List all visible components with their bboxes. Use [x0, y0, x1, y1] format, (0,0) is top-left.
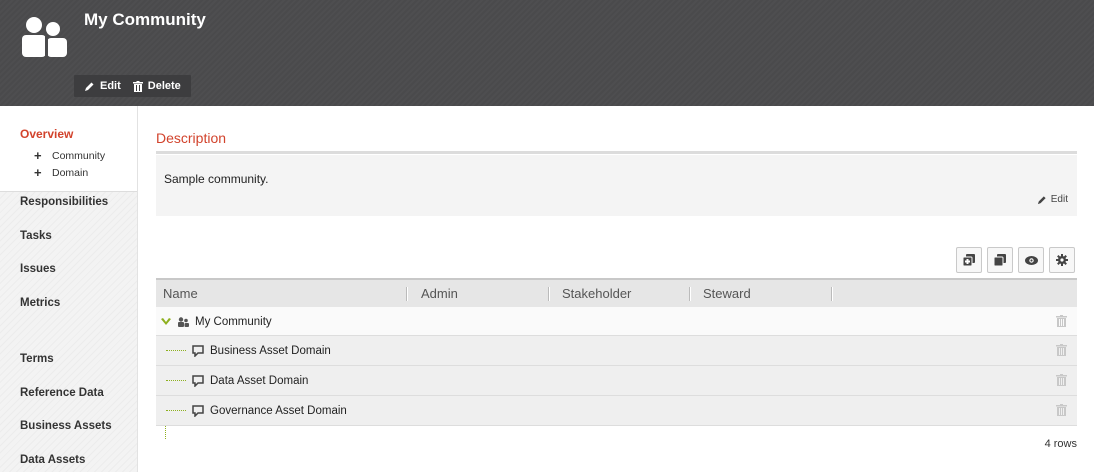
sidebar-item-responsibilities[interactable]: Responsibilities — [20, 196, 108, 208]
pencil-icon — [85, 82, 94, 91]
trash-icon[interactable] — [1056, 404, 1067, 416]
trash-icon — [132, 80, 143, 92]
eye-icon — [1024, 255, 1038, 265]
chevron-down-icon[interactable] — [161, 317, 171, 326]
tree-connector — [166, 350, 186, 351]
sidebar: Overview + Community + Domain Responsibi… — [0, 106, 138, 472]
page-header: My Community Edit Delete — [0, 0, 1094, 106]
sidebar-subitem-label: Community — [52, 150, 106, 162]
community-icon — [178, 316, 189, 327]
sidebar-subitem-community[interactable]: + Community — [34, 148, 106, 163]
column-header-steward[interactable]: Steward — [703, 280, 751, 307]
trash-icon[interactable] — [1056, 315, 1067, 327]
row-name-cell: Data Asset Domain — [192, 366, 308, 395]
gear-icon — [1056, 254, 1068, 266]
sidebar-subitem-domain[interactable]: + Domain — [34, 165, 89, 180]
row-name-cell: Governance Asset Domain — [192, 396, 347, 425]
column-header-name[interactable]: Name — [163, 280, 198, 307]
delete-label: Delete — [147, 80, 181, 92]
column-resizer[interactable] — [548, 287, 550, 301]
table-row[interactable]: Governance Asset Domain — [156, 396, 1077, 426]
table-row[interactable]: Data Asset Domain — [156, 366, 1077, 396]
row-name-cell: Business Asset Domain — [192, 336, 331, 365]
view-button[interactable] — [1018, 247, 1044, 273]
sidebar-item-metrics[interactable]: Metrics — [20, 297, 60, 309]
description-box: Sample community. Edit — [156, 155, 1077, 216]
column-header-admin[interactable]: Admin — [421, 280, 458, 307]
divider — [156, 151, 1077, 154]
description-edit-button[interactable]: Edit — [1037, 194, 1068, 205]
domains-table: Name Admin Stakeholder Steward My Commun… — [156, 278, 1077, 439]
sidebar-item-tasks[interactable]: Tasks — [20, 230, 52, 242]
table-body: My Community Business Asset Domain Data … — [156, 307, 1077, 439]
row-name-cell: My Community — [161, 307, 272, 336]
sidebar-item-issues[interactable]: Issues — [20, 263, 56, 275]
plus-icon: + — [34, 165, 42, 180]
plus-icon: + — [34, 148, 42, 163]
column-resizer[interactable] — [689, 287, 691, 301]
table-row[interactable]: Business Asset Domain — [156, 336, 1077, 366]
tree-connector — [166, 410, 186, 411]
sidebar-overview-section: Overview + Community + Domain — [0, 106, 137, 192]
sidebar-item-business-assets[interactable]: Business Assets — [20, 420, 112, 432]
trash-icon[interactable] — [1056, 374, 1067, 386]
add-community-icon — [963, 254, 975, 266]
add-community-button[interactable] — [956, 247, 982, 273]
column-resizer[interactable] — [406, 287, 408, 301]
row-name-link[interactable]: My Community — [195, 316, 272, 328]
row-count: 4 rows — [1044, 438, 1077, 450]
tree-connector — [166, 380, 186, 381]
header-toolbar: Edit Delete — [74, 75, 191, 97]
description-title: Description — [156, 130, 227, 146]
domain-icon — [192, 404, 204, 417]
column-header-stakeholder[interactable]: Stakeholder — [562, 280, 631, 307]
table-row[interactable]: My Community — [156, 307, 1077, 336]
community-icon — [22, 17, 67, 58]
column-resizer[interactable] — [831, 287, 833, 301]
page-title: My Community — [84, 10, 206, 29]
delete-button[interactable]: Delete — [132, 80, 181, 92]
sidebar-item-terms[interactable]: Terms — [20, 353, 54, 365]
description-text: Sample community. — [164, 172, 269, 186]
edit-button[interactable]: Edit — [84, 80, 121, 92]
row-name-link[interactable]: Data Asset Domain — [210, 375, 308, 387]
row-name-link[interactable]: Business Asset Domain — [210, 345, 331, 357]
sidebar-item-data-assets[interactable]: Data Assets — [20, 454, 85, 466]
row-name-link[interactable]: Governance Asset Domain — [210, 405, 347, 417]
add-domain-button[interactable] — [987, 247, 1013, 273]
edit-label: Edit — [100, 80, 121, 92]
domain-icon — [192, 374, 204, 387]
trash-icon[interactable] — [1056, 344, 1067, 356]
domain-icon — [192, 344, 204, 357]
pencil-icon — [1037, 195, 1046, 204]
table-header: Name Admin Stakeholder Steward — [156, 278, 1077, 307]
edit-label: Edit — [1050, 194, 1068, 205]
add-domain-icon — [994, 254, 1006, 266]
sidebar-item-reference-data[interactable]: Reference Data — [20, 387, 104, 399]
sidebar-item-overview[interactable]: Overview — [20, 127, 73, 141]
settings-button[interactable] — [1049, 247, 1075, 273]
sidebar-subitem-label: Domain — [52, 167, 89, 179]
